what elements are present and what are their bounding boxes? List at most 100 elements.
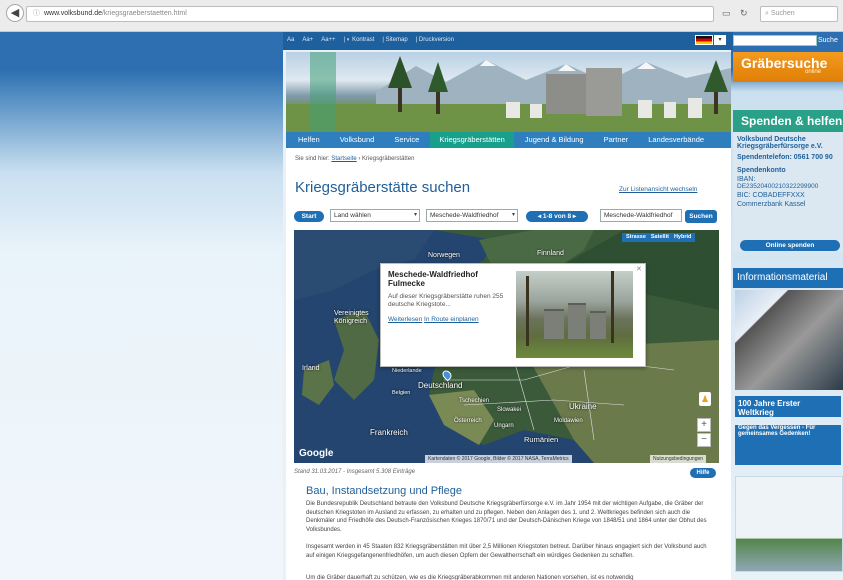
map-label-norwegen: Norwegen bbox=[428, 252, 460, 259]
country-select[interactable]: Land wählen ▾ bbox=[330, 209, 420, 222]
breadcrumb-prefix: Sie sind hier: bbox=[295, 156, 330, 162]
german-flag-icon[interactable] bbox=[695, 35, 713, 45]
info-material-image[interactable] bbox=[735, 476, 843, 572]
browser-search-placeholder: Suchen bbox=[770, 10, 795, 17]
donation-phone: Spendentelefon: 0561 700 90 bbox=[737, 154, 833, 161]
online-spenden-button[interactable]: Online spenden bbox=[740, 240, 840, 251]
graebersuche-sub: online bbox=[805, 69, 822, 75]
contrast-link[interactable]: | ◐ Kontrast bbox=[344, 37, 375, 43]
map-type-strasse[interactable]: Strasse bbox=[626, 233, 646, 242]
url-path: /kriegsgraeberstaetten.html bbox=[101, 10, 187, 17]
tree-shape bbox=[611, 271, 614, 343]
map-terms-link[interactable]: Nutzungsbedingungen bbox=[650, 455, 707, 463]
iban-label: IBAN: bbox=[737, 176, 756, 183]
street-view-pegman-icon[interactable]: ♟ bbox=[699, 392, 711, 406]
section-title: Bau, Instandsetzung und Pflege bbox=[306, 485, 462, 497]
breadcrumb-home-link[interactable]: Startseite bbox=[331, 156, 356, 162]
help-button[interactable]: Hilfe bbox=[690, 468, 716, 478]
informationsmaterial-heading: Informationsmaterial bbox=[733, 268, 843, 288]
info-window-title: Meschede-Waldfriedhof Fulmecke bbox=[388, 270, 478, 288]
map-label-niederlande: Niederlande bbox=[392, 368, 422, 374]
graebersuche-button[interactable]: Gräbersuche bbox=[733, 52, 843, 82]
map-label-uk: Vereinigtes Königreich bbox=[334, 310, 369, 325]
iban-value: DE23520400210322299900 bbox=[737, 183, 819, 190]
country-select-value: Land wählen bbox=[334, 212, 371, 219]
nav-kriegsgraeberstaetten[interactable]: Kriegsgräberstätten bbox=[430, 132, 514, 148]
site-search-input[interactable] bbox=[733, 35, 817, 46]
page-background-left bbox=[0, 32, 283, 580]
list-view-link[interactable]: Zur Listenansicht wechseln bbox=[619, 186, 697, 193]
url-domain: www.volksbund.de bbox=[44, 10, 102, 17]
tree-shape bbox=[526, 276, 529, 346]
back-button[interactable]: ◀ bbox=[6, 4, 24, 22]
sitemap-link[interactable]: | Sitemap bbox=[382, 37, 407, 43]
banner-landscape bbox=[286, 56, 731, 132]
map-label-slowakei: Slowakei bbox=[497, 407, 522, 413]
monument-shape bbox=[568, 303, 586, 339]
start-button[interactable]: Start bbox=[294, 211, 324, 222]
map-label-irland: Irland bbox=[302, 365, 320, 372]
map-label-finnland: Finnland bbox=[537, 250, 564, 257]
search-button[interactable]: Suchen bbox=[685, 210, 717, 223]
pager-text: 1-8 von 8 bbox=[542, 213, 572, 220]
map-type-hybrid[interactable]: Hybrid bbox=[674, 233, 691, 242]
status-text: Stand 31.03.2017 - Insgesamt 5.308 Eintr… bbox=[294, 469, 416, 475]
weltkrieg-brochure-image[interactable] bbox=[735, 290, 843, 390]
info-window-links: Weiterlesen In Route einplanen bbox=[388, 316, 479, 323]
donation-account-label: Spendenkonto bbox=[737, 167, 786, 174]
nav-helfen[interactable]: Helfen bbox=[289, 132, 329, 148]
nav-jugend-bildung[interactable]: Jugend & Bildung bbox=[516, 132, 593, 148]
weltkrieg-subtitle: Gegen das Vergessen - Für gemeinsames Ge… bbox=[735, 425, 841, 465]
paragraph-1: Die Bundesrepublik Deutschland betraute … bbox=[306, 501, 707, 533]
breadcrumb-current: › Kriegsgräberstätten bbox=[358, 156, 415, 162]
map-label-rumaenien: Rumänien bbox=[524, 435, 559, 444]
site-search-button[interactable]: Suche bbox=[818, 35, 838, 46]
close-icon[interactable]: ✕ bbox=[636, 265, 642, 273]
map-attribution: Kartendaten © 2017 Google, Bilder © 2017… bbox=[425, 455, 572, 463]
info-icon[interactable]: ⓘ bbox=[33, 10, 40, 17]
paragraph-3: Um die Gräber dauerhaft zu schützen, wie… bbox=[306, 575, 634, 580]
monument-shape bbox=[544, 309, 564, 339]
zoom-out-button[interactable]: − bbox=[697, 433, 711, 447]
reload-icon[interactable]: ↻ bbox=[740, 8, 748, 19]
zoom-in-button[interactable]: + bbox=[697, 418, 711, 432]
map-type-satellit[interactable]: Satellit bbox=[651, 233, 669, 242]
map-label-ukraine: Ukraine bbox=[569, 402, 597, 411]
reader-icon[interactable]: ▭ bbox=[722, 8, 731, 19]
browser-toolbar: ◀ ⓘ www.volksbund.de/kriegsgraeberstaette… bbox=[0, 0, 843, 32]
font-size-large[interactable]: Aa+ bbox=[302, 37, 313, 43]
weltkrieg-title[interactable]: 100 Jahre Erster Weltkrieg bbox=[735, 396, 841, 417]
info-window-text: Auf dieser Kriegsgräberstätte ruhen 255 … bbox=[388, 293, 504, 308]
address-bar[interactable]: ⓘ www.volksbund.de/kriegsgraeberstaetten.… bbox=[26, 6, 714, 22]
map-label-frankreich: Frankreich bbox=[370, 428, 408, 437]
map-label-deutschland: Deutschland bbox=[418, 381, 463, 390]
donation-panel: Volksbund Deutsche Kriegsgräberfürsorge … bbox=[733, 132, 843, 252]
cemetery-select-value: Meschede-Waldfriedhof bbox=[430, 212, 499, 219]
cemetery-search-input[interactable]: Meschede-Waldfriedhof bbox=[600, 209, 682, 222]
monument-shape bbox=[590, 311, 606, 339]
filter-bar: Start Land wählen ▾ Meschede-Waldfriedhof… bbox=[292, 209, 724, 225]
volksbund-logo-cross[interactable] bbox=[310, 52, 336, 132]
breadcrumb: Sie sind hier: Startseite › Kriegsgräber… bbox=[295, 156, 414, 162]
language-dropdown-icon[interactable]: ▾ bbox=[714, 35, 726, 45]
nav-landesverbaende[interactable]: Landesverbände bbox=[639, 132, 713, 148]
nav-service[interactable]: Service bbox=[385, 132, 428, 148]
font-size-normal[interactable]: Aa bbox=[287, 37, 294, 43]
font-size-xlarge[interactable]: Aa++ bbox=[321, 37, 335, 43]
map-label-oesterreich: Österreich bbox=[454, 418, 482, 424]
utility-bar: Aa Aa+ Aa++ | ◐ Kontrast | Sitemap | Dru… bbox=[287, 34, 454, 46]
google-logo: Google bbox=[299, 448, 334, 459]
cemetery-select[interactable]: Meschede-Waldfriedhof ▾ bbox=[426, 209, 518, 222]
map-type-switcher: Strasse Satellit Hybrid bbox=[622, 233, 696, 242]
next-icon[interactable]: ▸ bbox=[571, 213, 576, 220]
route-link[interactable]: In Route einplanen bbox=[424, 316, 479, 323]
main-navigation: Helfen Volksbund Service Kriegsgräberstä… bbox=[286, 132, 731, 148]
bank-name: Commerzbank Kassel bbox=[737, 201, 806, 208]
map-label-moldawien: Moldawien bbox=[554, 418, 583, 424]
nav-partner[interactable]: Partner bbox=[595, 132, 638, 148]
print-version-link[interactable]: | Druckversion bbox=[416, 37, 454, 43]
weiterlesen-link[interactable]: Weiterlesen bbox=[388, 316, 422, 323]
nav-volksbund[interactable]: Volksbund bbox=[331, 132, 384, 148]
result-pager[interactable]: ◂ 1-8 von 8 ▸ bbox=[526, 211, 588, 222]
browser-search-input[interactable]: ⌕ Suchen bbox=[760, 6, 838, 22]
